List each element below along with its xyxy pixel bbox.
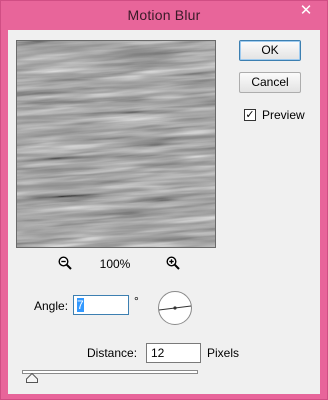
zoom-level: 100% [99,257,131,271]
angle-dial[interactable] [157,290,193,326]
angle-value: 7 [77,298,84,312]
preview-checkbox[interactable]: ✓ [244,109,256,121]
motion-blur-dialog: Motion Blur ✕ OK Cancel ✓ Preview 100% A… [0,0,328,400]
close-button[interactable]: ✕ [291,1,321,21]
dialog-body: OK Cancel ✓ Preview 100% Angle: 7 ° Dist… [8,30,320,394]
title-bar[interactable]: Motion Blur ✕ [1,1,327,31]
zoom-in-icon[interactable] [166,256,180,270]
distance-label: Distance: [87,346,138,360]
angle-input[interactable]: 7 [73,295,129,315]
ok-button[interactable]: OK [239,40,301,61]
blur-texture [17,41,215,247]
distance-slider-thumb[interactable] [26,373,38,383]
zoom-controls: 100% [16,256,214,274]
distance-units: Pixels [207,346,240,360]
close-icon: ✕ [299,2,313,19]
dialog-title: Motion Blur [127,7,201,23]
distance-slider-track[interactable] [22,370,198,374]
filter-preview[interactable] [16,40,216,248]
distance-input[interactable]: 12 [146,343,201,363]
angle-label: Angle: [34,299,69,313]
preview-checkbox-label: Preview [262,108,305,122]
degree-symbol: ° [134,294,139,308]
cancel-button[interactable]: Cancel [239,72,301,93]
